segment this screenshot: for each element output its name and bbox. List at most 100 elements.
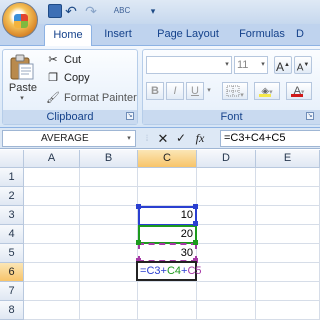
bold-button[interactable]: B [146,82,164,100]
row-header-6[interactable]: 6 [0,263,24,282]
paste-button[interactable]: Paste [6,82,40,94]
column-header-c[interactable]: C [138,150,197,168]
font-dialog-launcher-icon[interactable]: ↘ [306,112,314,120]
row-header-1[interactable]: 1 [0,168,24,187]
cell-c1[interactable] [138,168,197,187]
tab-home[interactable]: Home [44,24,92,46]
cell-d2[interactable] [197,187,256,206]
formula-bar-grip-icon: ⦙ [146,133,149,143]
tab-page-layout[interactable]: Page Layout [150,24,226,46]
cell-a5[interactable] [24,244,80,263]
copy-label: Copy [64,72,90,84]
cell-d8[interactable] [197,301,256,320]
resize-handle[interactable] [193,204,198,209]
column-header-b[interactable]: B [80,150,138,168]
office-button[interactable] [2,2,38,38]
underline-button[interactable]: U [186,82,204,100]
cell-b5[interactable] [80,244,138,263]
customize-qat-icon[interactable]: ▾ [148,4,158,18]
resize-handle[interactable] [193,240,198,245]
font-group-label: Font [143,110,320,124]
cancel-icon[interactable]: ✕ [156,131,170,146]
tab-insert[interactable]: Insert [96,24,140,46]
cell-c7[interactable] [138,282,197,301]
cut-label: Cut [64,54,82,66]
cell-e1[interactable] [256,168,320,187]
paste-dropdown-icon[interactable]: ▾ [16,94,28,102]
shrink-font-button[interactable]: A▼ [294,56,312,74]
chevron-down-icon[interactable]: ▾ [222,57,232,73]
cell-b4[interactable] [80,225,138,244]
cut-button[interactable]: ✂ Cut [46,52,81,68]
cell-e8[interactable] [256,301,320,320]
cell-d7[interactable] [197,282,256,301]
fill-color-button[interactable]: ◈▾ [254,82,280,100]
cell-c8[interactable] [138,301,197,320]
cell-d1[interactable] [197,168,256,187]
fill-color-swatch [259,94,271,97]
cell-a7[interactable] [24,282,80,301]
cell-b6[interactable] [80,263,138,282]
cell-b7[interactable] [80,282,138,301]
cell-d4[interactable] [197,225,256,244]
column-header-e[interactable]: E [256,150,320,168]
insert-function-button[interactable]: fx [192,131,208,146]
cell-b1[interactable] [80,168,138,187]
cell-d6[interactable] [197,263,256,282]
cell-d3[interactable] [197,206,256,225]
cell-d5[interactable] [197,244,256,263]
format-painter-button[interactable]: 🖌 Format Painter [46,90,137,106]
chevron-down-icon[interactable]: ▾ [204,82,214,100]
chevron-down-icon[interactable]: ▾ [124,131,134,146]
font-color-button[interactable]: A▾ [286,82,312,100]
cell-a3[interactable] [24,206,80,225]
cell-e6[interactable] [256,263,320,282]
cell-e7[interactable] [256,282,320,301]
font-name-combo[interactable] [146,56,232,74]
cell-b2[interactable] [80,187,138,206]
resize-handle[interactable] [136,240,141,245]
paste-icon[interactable] [8,54,36,80]
column-header-a[interactable]: A [24,150,80,168]
cell-a1[interactable] [24,168,80,187]
cell-b3[interactable] [80,206,138,225]
cell-e4[interactable] [256,225,320,244]
resize-handle[interactable] [136,204,141,209]
row-header-7[interactable]: 7 [0,282,24,301]
cell-edit-c6[interactable]: =C3+C4+C5 [136,261,202,281]
undo-icon[interactable]: ↶ [64,4,78,18]
cell-e2[interactable] [256,187,320,206]
formula-input[interactable]: =C3+C4+C5 [220,130,320,147]
cell-a8[interactable] [24,301,80,320]
cell-e3[interactable] [256,206,320,225]
row-header-5[interactable]: 5 [0,244,24,263]
grow-font-button[interactable]: A▲ [274,56,292,74]
select-all-button[interactable] [0,150,24,168]
save-icon[interactable] [48,4,62,18]
cell-c2[interactable] [138,187,197,206]
row-header-4[interactable]: 4 [0,225,24,244]
cell-a2[interactable] [24,187,80,206]
italic-button[interactable]: I [166,82,184,100]
row-header-3[interactable]: 3 [0,206,24,225]
enter-icon[interactable]: ✓ [174,131,188,146]
chevron-down-icon[interactable]: ▾ [258,57,268,73]
copy-button[interactable]: ❐ Copy [46,70,90,86]
name-box[interactable]: AVERAGE [2,130,136,147]
tab-data[interactable]: D [296,24,320,46]
borders-button[interactable]: ▾ [222,82,248,100]
redo-icon[interactable]: ↷ [84,4,98,18]
spelling-icon[interactable]: ABC [112,4,132,18]
clipboard-dialog-launcher-icon[interactable]: ↘ [126,112,134,120]
row-header-8[interactable]: 8 [0,301,24,320]
formula-token: C5 [187,265,202,277]
cell-e5[interactable] [256,244,320,263]
resize-handle[interactable] [193,221,198,226]
reference-highlight-c4 [138,225,197,244]
cell-b8[interactable] [80,301,138,320]
cell-a4[interactable] [24,225,80,244]
column-header-d[interactable]: D [197,150,256,168]
row-header-2[interactable]: 2 [0,187,24,206]
cell-a6[interactable] [24,263,80,282]
tab-formulas[interactable]: Formulas [232,24,292,46]
